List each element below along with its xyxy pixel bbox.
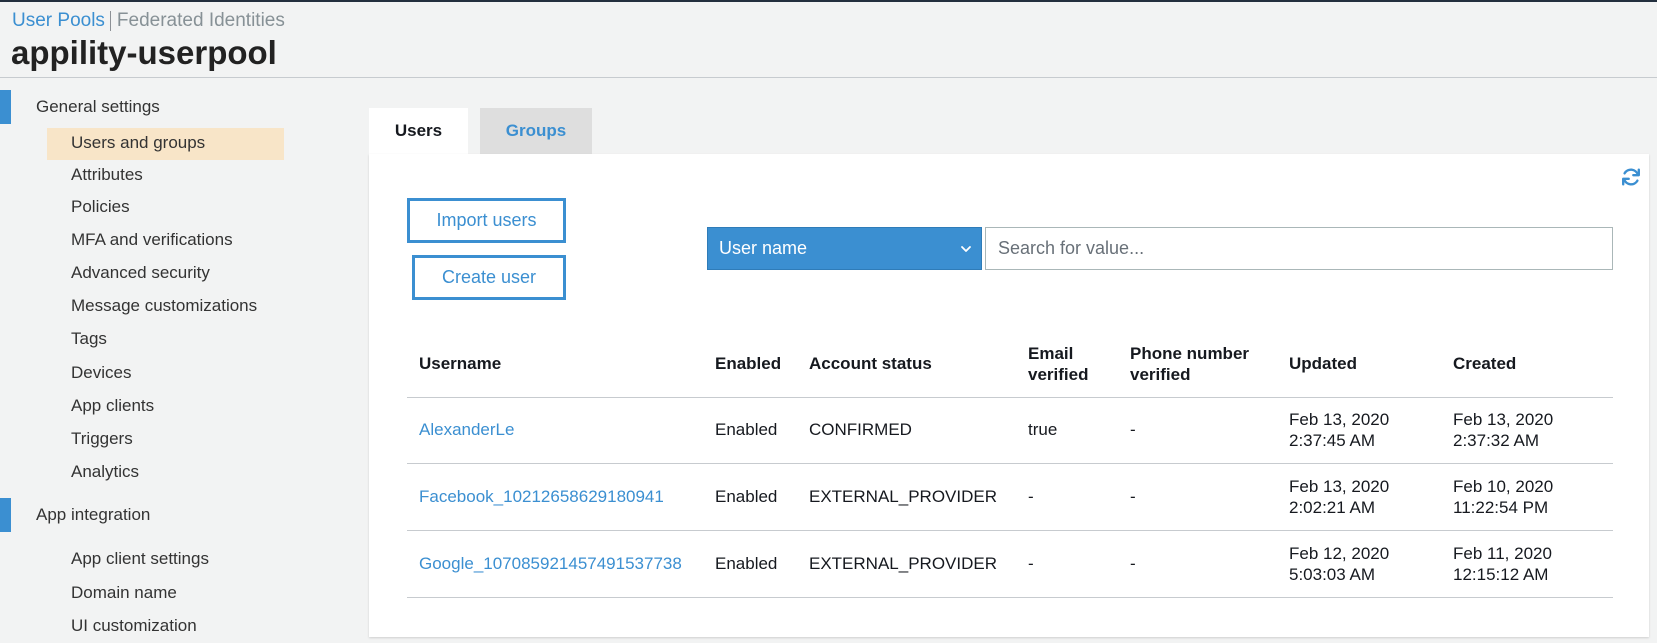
search-input[interactable] (985, 227, 1613, 270)
tab-groups[interactable]: Groups (480, 108, 592, 154)
sidebar-item-message-customizations[interactable]: Message customizations (71, 296, 257, 316)
chevron-down-icon (961, 246, 971, 252)
sidebar-section-app-integration[interactable]: App integration (0, 498, 300, 532)
sidebar-item-domain-name[interactable]: Domain name (71, 583, 177, 603)
phone-verified-cell: - (1130, 554, 1136, 573)
sidebar-item-attributes[interactable]: Attributes (71, 165, 143, 185)
column-header-line: Email (1028, 344, 1074, 363)
column-header-created[interactable]: Created (1453, 353, 1516, 374)
row-divider (407, 463, 1613, 464)
username-link[interactable]: AlexanderLe (419, 419, 514, 440)
email-verified-cell: - (1028, 487, 1034, 506)
updated-date: Feb 13, 2020 (1289, 477, 1390, 496)
column-header-line: verified (1130, 365, 1191, 384)
row-divider (407, 597, 1613, 598)
updated-cell: Feb 13, 2020 2:37:45 AM (1289, 409, 1389, 451)
row-divider (407, 530, 1613, 531)
updated-time: 2:02:21 AM (1289, 498, 1376, 517)
created-time: 12:15:12 AM (1453, 565, 1549, 584)
created-cell: Feb 11, 2020 12:15:12 AM (1453, 543, 1552, 585)
sidebar-item-mfa-and-verifications[interactable]: MFA and verifications (71, 230, 233, 250)
enabled-cell: Enabled (715, 554, 778, 573)
updated-cell: Feb 13, 2020 2:02:21 AM (1289, 476, 1389, 518)
sidebar-item-users-and-groups[interactable]: Users and groups (71, 133, 205, 153)
sidebar-item-advanced-security[interactable]: Advanced security (71, 263, 210, 283)
sidebar-item-analytics[interactable]: Analytics (71, 462, 139, 482)
breadcrumb: User Pools Federated Identities (12, 10, 285, 32)
page-header: User Pools Federated Identities appility… (0, 2, 1657, 78)
refresh-icon[interactable] (1620, 166, 1642, 188)
attribute-select[interactable]: User name (707, 227, 982, 270)
sidebar-item-triggers[interactable]: Triggers (71, 429, 133, 449)
account-status-cell: EXTERNAL_PROVIDER (809, 487, 997, 506)
updated-date: Feb 13, 2020 (1289, 410, 1390, 429)
updated-cell: Feb 12, 2020 5:03:03 AM (1289, 543, 1389, 585)
tab-users[interactable]: Users (369, 108, 468, 154)
import-users-button[interactable]: Import users (407, 198, 566, 243)
updated-date: Feb 12, 2020 (1289, 544, 1390, 563)
sidebar-nav: General settings Users and groups Attrib… (0, 78, 300, 643)
breadcrumb-user-pools[interactable]: User Pools (12, 10, 105, 32)
email-verified-cell: true (1028, 420, 1058, 439)
column-header-phone-verified[interactable]: Phone number verified (1130, 343, 1249, 385)
column-header-enabled[interactable]: Enabled (715, 353, 781, 374)
sidebar-item-policies[interactable]: Policies (71, 197, 130, 217)
email-verified-cell: - (1028, 554, 1034, 573)
created-time: 11:22:54 PM (1453, 498, 1549, 517)
account-status-cell: CONFIRMED (809, 420, 912, 439)
column-header-account-status[interactable]: Account status (809, 353, 932, 374)
account-status-cell: EXTERNAL_PROVIDER (809, 554, 997, 573)
breadcrumb-separator (109, 11, 111, 31)
sidebar-item-app-clients[interactable]: App clients (71, 396, 154, 416)
breadcrumb-federated-identities[interactable]: Federated Identities (117, 10, 285, 32)
column-header-updated[interactable]: Updated (1289, 353, 1357, 374)
column-header-line: verified (1028, 365, 1089, 384)
username-link[interactable]: Google_107085921457491537738 (419, 553, 682, 574)
sidebar-item-ui-customization[interactable]: UI customization (71, 616, 197, 636)
sidebar-item-app-client-settings[interactable]: App client settings (71, 549, 209, 569)
created-date: Feb 10, 2020 (1453, 477, 1554, 496)
created-date: Feb 13, 2020 (1453, 410, 1554, 429)
section-indicator (0, 90, 11, 124)
updated-time: 2:37:45 AM (1289, 431, 1376, 450)
phone-verified-cell: - (1130, 487, 1136, 506)
enabled-cell: Enabled (715, 420, 778, 439)
sidebar-section-label: General settings (36, 97, 160, 116)
updated-time: 5:03:03 AM (1289, 565, 1376, 584)
sidebar-section-label: App integration (36, 505, 151, 524)
column-header-username[interactable]: Username (419, 353, 501, 374)
attribute-select-value: User name (719, 238, 808, 258)
column-header-line: Phone number (1130, 344, 1250, 363)
created-cell: Feb 13, 2020 2:37:32 AM (1453, 409, 1553, 451)
column-header-email-verified[interactable]: Email verified (1028, 343, 1088, 385)
phone-verified-cell: - (1130, 420, 1136, 439)
created-cell: Feb 10, 2020 11:22:54 PM (1453, 476, 1553, 518)
sidebar-section-general-settings[interactable]: General settings (0, 90, 300, 124)
username-link[interactable]: Facebook_10212658629180941 (419, 486, 664, 507)
sidebar-item-tags[interactable]: Tags (71, 329, 107, 349)
table-divider (407, 397, 1613, 398)
section-indicator (0, 498, 11, 532)
created-time: 2:37:32 AM (1453, 431, 1540, 450)
created-date: Feb 11, 2020 (1453, 544, 1552, 563)
page-title: appility-userpool (11, 34, 277, 71)
sidebar-item-devices[interactable]: Devices (71, 363, 131, 383)
create-user-button[interactable]: Create user (412, 255, 566, 300)
enabled-cell: Enabled (715, 487, 778, 506)
